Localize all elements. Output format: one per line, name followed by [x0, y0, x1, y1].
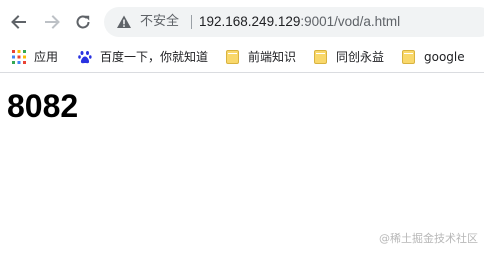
bookmark-label: google	[424, 50, 465, 64]
forward-button[interactable]	[42, 12, 62, 32]
bookmark-label: 前端知识	[248, 50, 297, 64]
bookmark-label: 应用	[34, 50, 59, 64]
folder-icon	[226, 50, 239, 64]
page-content: 8082 @稀土掘金技术社区	[0, 73, 484, 253]
not-secure-label[interactable]: 不安全	[140, 14, 179, 30]
bookmark-label: 百度一下，你就知道	[100, 50, 209, 64]
watermark: @稀土掘金技术社区	[379, 232, 478, 245]
url-host: 192.168.249.129	[199, 14, 301, 29]
url-text[interactable]: 192.168.249.129:9001/vod/a.html	[199, 13, 400, 31]
back-button[interactable]	[9, 12, 29, 32]
reload-icon	[76, 15, 90, 29]
folder-icon	[402, 50, 415, 64]
reload-button[interactable]	[73, 12, 93, 32]
bookmark-label: 同创永益	[336, 50, 385, 64]
address-bar[interactable]: 不安全 192.168.249.129:9001/vod/a.html	[104, 7, 484, 37]
page-heading: 8082	[7, 88, 79, 124]
browser-toolbar: 不安全 192.168.249.129:9001/vod/a.html	[0, 0, 484, 42]
folder-icon	[314, 50, 327, 64]
omnibox-divider	[191, 15, 192, 29]
url-path: :9001/vod/a.html	[300, 14, 401, 29]
warning-triangle-icon[interactable]	[116, 14, 132, 30]
bookmarks-bar: 应用 百度一下，你就知道 前端知识 同创永益 google	[0, 42, 484, 73]
forward-arrow-icon	[45, 15, 60, 29]
back-arrow-icon	[11, 15, 26, 29]
apps-grid-icon	[12, 50, 26, 64]
baidu-paw-icon	[78, 51, 92, 64]
